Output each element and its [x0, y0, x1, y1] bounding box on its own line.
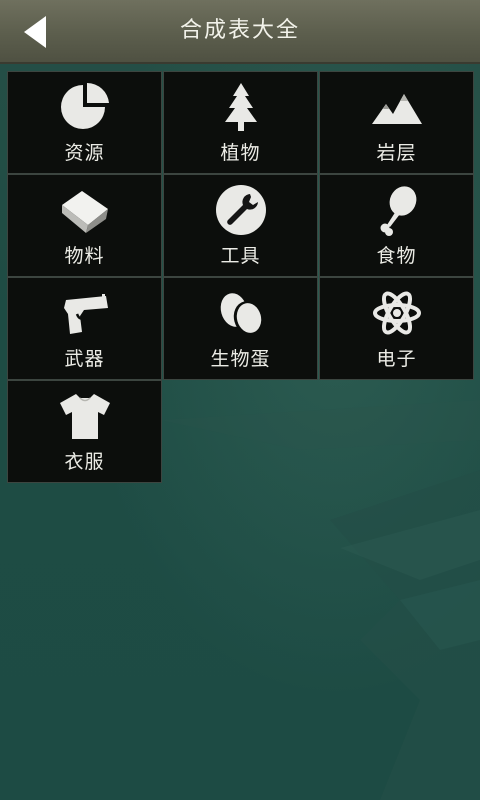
category-tile-resources[interactable]: 资源 [7, 71, 162, 174]
back-arrow-icon [24, 16, 46, 48]
category-label: 电子 [376, 348, 417, 370]
category-label: 工具 [220, 245, 261, 267]
category-tile-spawn-eggs[interactable]: 生物蛋 [163, 277, 318, 380]
category-label: 武器 [64, 348, 105, 370]
cube-icon [61, 191, 108, 233]
category-label: 物料 [64, 245, 105, 267]
pie-chart-icon [60, 82, 109, 129]
category-label: 食物 [376, 245, 417, 267]
page-title: 合成表大全 [179, 18, 300, 43]
category-label: 植物 [220, 142, 261, 164]
drumstick-icon [380, 186, 416, 236]
category-tile-electronics[interactable]: 电子 [319, 277, 474, 380]
tshirt-icon [59, 394, 110, 439]
category-tile-plants[interactable]: 植物 [163, 71, 318, 174]
eggs-icon [220, 293, 262, 335]
category-tile-weapons[interactable]: 武器 [7, 277, 162, 380]
category-label: 资源 [64, 142, 105, 164]
pine-tree-icon [224, 83, 257, 131]
wrench-icon [215, 185, 266, 235]
category-tile-clothing[interactable]: 衣服 [7, 380, 162, 483]
category-tile-food[interactable]: 食物 [319, 174, 474, 277]
back-button[interactable] [0, 0, 64, 62]
category-tile-tools[interactable]: 工具 [163, 174, 318, 277]
category-tile-rock-layers[interactable]: 岩层 [319, 71, 474, 174]
category-label: 衣服 [64, 451, 105, 473]
atom-icon [372, 291, 421, 335]
category-label: 岩层 [376, 142, 417, 164]
title-bar: 合成表大全 [0, 0, 480, 64]
category-label: 生物蛋 [210, 348, 271, 370]
category-tile-materials[interactable]: 物料 [7, 174, 162, 277]
mountain-icon [371, 94, 422, 124]
pistol-icon [63, 294, 108, 334]
